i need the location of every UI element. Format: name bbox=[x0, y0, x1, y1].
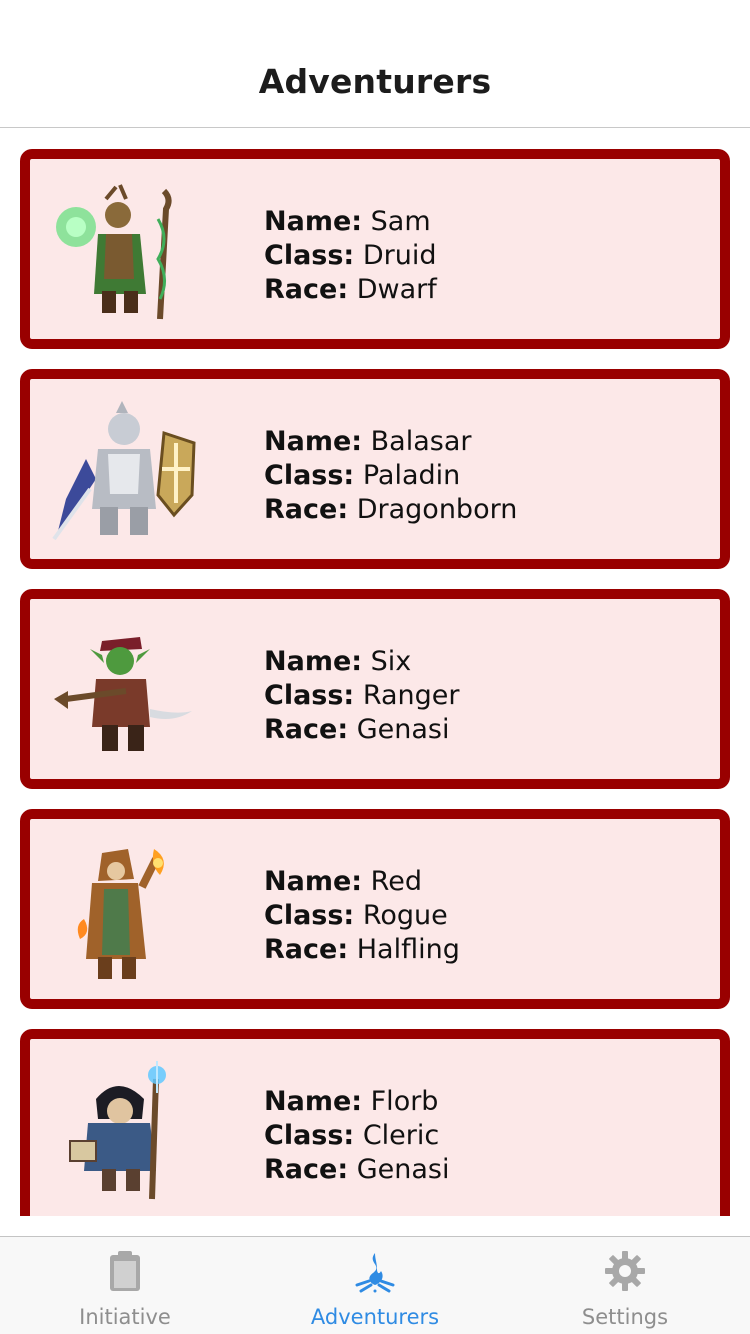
race-value: Genasi bbox=[356, 1154, 450, 1185]
class-value: Paladin bbox=[362, 460, 461, 491]
name-row: Name: Six bbox=[264, 645, 460, 679]
tab-bar: Initiative Adventurers Settings bbox=[0, 1236, 750, 1334]
race-row: Race: Genasi bbox=[264, 1153, 449, 1187]
ranger-portrait-icon bbox=[54, 637, 192, 751]
nav-header: Adventurers bbox=[0, 0, 750, 128]
class-label: Class: bbox=[264, 680, 355, 711]
race-label: Race: bbox=[264, 714, 349, 745]
race-label: Race: bbox=[264, 934, 349, 965]
campfire-icon bbox=[355, 1253, 395, 1293]
adventurer-card[interactable]: Name: Balasar Class: Paladin Race: Drago… bbox=[20, 369, 730, 569]
name-row: Name: Florb bbox=[264, 1085, 449, 1119]
adventurer-info: Name: Balasar Class: Paladin Race: Drago… bbox=[264, 425, 517, 527]
race-value: Dragonborn bbox=[356, 494, 518, 525]
class-row: Class: Ranger bbox=[264, 679, 460, 713]
race-value: Genasi bbox=[356, 714, 450, 745]
class-value: Druid bbox=[362, 240, 437, 271]
rogue-portrait-icon bbox=[77, 849, 164, 979]
race-label: Race: bbox=[264, 494, 349, 525]
race-row: Race: Dwarf bbox=[264, 273, 437, 307]
adventurer-list[interactable]: Name: Sam Class: Druid Race: Dwarf Name:… bbox=[0, 129, 750, 1216]
name-row: Name: Red bbox=[264, 865, 460, 899]
tab-label: Settings bbox=[581, 1305, 669, 1329]
adventurer-card[interactable]: Name: Sam Class: Druid Race: Dwarf bbox=[20, 149, 730, 349]
race-value: Halfling bbox=[356, 934, 460, 965]
class-value: Cleric bbox=[362, 1120, 440, 1151]
class-row: Class: Cleric bbox=[264, 1119, 449, 1153]
race-label: Race: bbox=[264, 274, 349, 305]
race-label: Race: bbox=[264, 1154, 349, 1185]
class-row: Class: Paladin bbox=[264, 459, 517, 493]
adventurer-card[interactable]: Name: Red Class: Rogue Race: Halfling bbox=[20, 809, 730, 1009]
name-value: Sam bbox=[370, 206, 431, 237]
class-value: Rogue bbox=[362, 900, 448, 931]
class-row: Class: Druid bbox=[264, 239, 437, 273]
tab-label: Initiative bbox=[79, 1305, 171, 1329]
class-row: Class: Rogue bbox=[264, 899, 460, 933]
druid-portrait-icon bbox=[56, 184, 172, 320]
adventurer-card[interactable]: Name: Six Class: Ranger Race: Genasi bbox=[20, 589, 730, 789]
cleric-portrait-icon bbox=[69, 1061, 166, 1200]
race-row: Race: Dragonborn bbox=[264, 493, 517, 527]
name-label: Name: bbox=[264, 646, 363, 677]
adventurer-info: Name: Red Class: Rogue Race: Halfling bbox=[264, 865, 460, 967]
class-label: Class: bbox=[264, 460, 355, 491]
tab-label: Adventurers bbox=[310, 1305, 440, 1329]
class-label: Class: bbox=[264, 900, 355, 931]
name-label: Name: bbox=[264, 866, 363, 897]
name-row: Name: Sam bbox=[264, 205, 437, 239]
name-label: Name: bbox=[264, 206, 363, 237]
race-row: Race: Halfling bbox=[264, 933, 460, 967]
adventurer-info: Name: Sam Class: Druid Race: Dwarf bbox=[264, 205, 437, 307]
adventurer-info: Name: Florb Class: Cleric Race: Genasi bbox=[264, 1085, 449, 1187]
adventurer-card[interactable]: Name: Florb Class: Cleric Race: Genasi bbox=[20, 1029, 730, 1216]
tab-settings[interactable]: Settings bbox=[500, 1237, 750, 1334]
tab-initiative[interactable]: Initiative bbox=[0, 1237, 250, 1334]
page-title: Adventurers bbox=[258, 62, 492, 101]
clipboard-icon bbox=[110, 1251, 140, 1291]
name-value: Six bbox=[370, 646, 412, 677]
name-row: Name: Balasar bbox=[264, 425, 517, 459]
name-value: Balasar bbox=[370, 426, 472, 457]
race-row: Race: Genasi bbox=[264, 713, 460, 747]
paladin-portrait-icon bbox=[52, 401, 196, 541]
class-value: Ranger bbox=[362, 680, 460, 711]
name-value: Florb bbox=[370, 1086, 439, 1117]
name-label: Name: bbox=[264, 426, 363, 457]
adventurer-info: Name: Six Class: Ranger Race: Genasi bbox=[264, 645, 460, 747]
class-label: Class: bbox=[264, 240, 355, 271]
name-label: Name: bbox=[264, 1086, 363, 1117]
class-label: Class: bbox=[264, 1120, 355, 1151]
app-screen: Adventurers Name: Sam Class: Druid Race:… bbox=[0, 0, 750, 1334]
name-value: Red bbox=[370, 866, 422, 897]
race-value: Dwarf bbox=[356, 274, 437, 305]
tab-adventurers[interactable]: Adventurers bbox=[250, 1237, 500, 1334]
gear-icon bbox=[605, 1251, 645, 1291]
